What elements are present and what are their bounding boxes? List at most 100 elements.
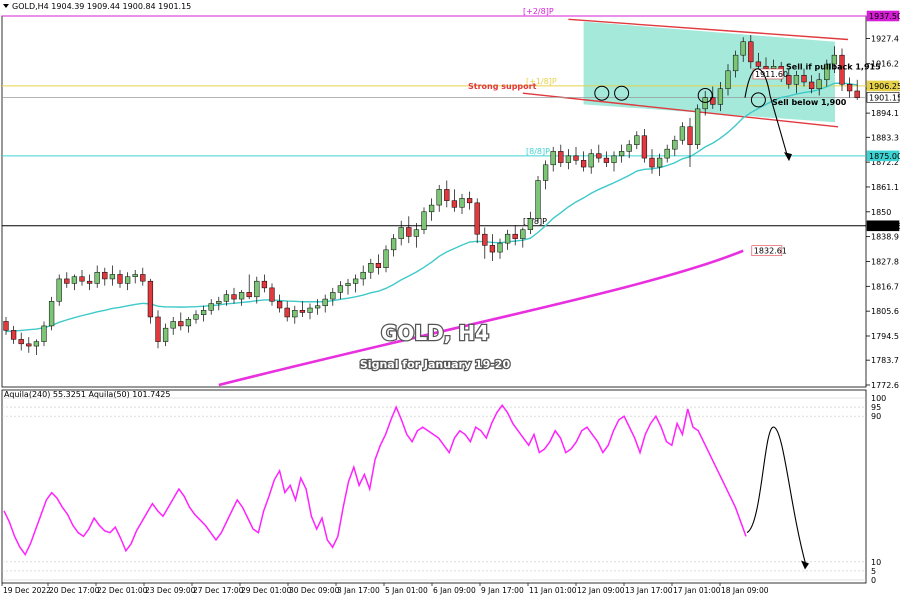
candle[interactable] — [679, 126, 686, 141]
candle[interactable] — [717, 88, 724, 105]
candle[interactable] — [178, 321, 184, 327]
candle[interactable] — [314, 305, 321, 309]
candle[interactable] — [102, 271, 108, 280]
candle[interactable] — [48, 301, 55, 327]
candle[interactable] — [345, 283, 351, 286]
candle[interactable] — [3, 321, 9, 331]
candle[interactable] — [801, 75, 807, 83]
candle[interactable] — [18, 339, 24, 345]
candle[interactable] — [26, 343, 32, 347]
candle[interactable] — [558, 151, 564, 163]
candle[interactable] — [436, 189, 442, 206]
candle[interactable] — [763, 66, 769, 69]
candle[interactable] — [86, 280, 93, 284]
candle[interactable] — [725, 70, 731, 89]
candle[interactable] — [672, 139, 678, 150]
candle[interactable] — [527, 218, 534, 230]
candle[interactable] — [398, 227, 404, 239]
candle[interactable] — [588, 153, 594, 168]
candle[interactable] — [64, 278, 70, 284]
candle[interactable] — [512, 233, 518, 239]
candle[interactable] — [140, 274, 146, 282]
candle[interactable] — [466, 198, 473, 204]
candle[interactable] — [573, 155, 579, 161]
candle[interactable] — [322, 298, 328, 307]
candle[interactable] — [231, 294, 237, 300]
candle[interactable] — [238, 292, 245, 300]
candle[interactable] — [352, 278, 359, 284]
candle[interactable] — [649, 157, 655, 168]
candle[interactable] — [634, 135, 640, 145]
candle[interactable] — [580, 160, 587, 168]
candle[interactable] — [383, 249, 389, 268]
candle[interactable] — [520, 229, 526, 239]
candle[interactable] — [444, 189, 450, 201]
candle[interactable] — [223, 294, 230, 302]
candle[interactable] — [626, 144, 632, 152]
candle[interactable] — [793, 75, 800, 85]
candle[interactable] — [694, 108, 701, 145]
candle[interactable] — [550, 151, 556, 166]
candle[interactable] — [611, 155, 617, 163]
candle[interactable] — [56, 278, 62, 302]
candle[interactable] — [41, 325, 47, 342]
candle[interactable] — [307, 307, 313, 313]
candle[interactable] — [117, 274, 123, 284]
candle[interactable] — [71, 276, 78, 284]
candle[interactable] — [413, 229, 420, 237]
candle[interactable] — [603, 157, 610, 163]
candle[interactable] — [155, 316, 161, 342]
candle[interactable] — [132, 274, 138, 277]
candle[interactable] — [497, 242, 503, 253]
candle[interactable] — [451, 200, 458, 208]
candle[interactable] — [261, 280, 268, 289]
candle[interactable] — [276, 301, 283, 309]
candle[interactable] — [109, 274, 116, 280]
candle[interactable] — [390, 238, 397, 251]
candle[interactable] — [292, 310, 298, 318]
candle[interactable] — [618, 151, 625, 157]
candle[interactable] — [459, 198, 465, 208]
candle[interactable] — [200, 310, 207, 315]
candle[interactable] — [854, 90, 860, 98]
candle[interactable] — [740, 41, 746, 56]
candle[interactable] — [846, 84, 853, 92]
candle[interactable] — [375, 263, 382, 268]
candle[interactable] — [254, 280, 260, 298]
candle[interactable] — [489, 245, 496, 253]
candle[interactable] — [748, 41, 754, 63]
candle[interactable] — [33, 341, 40, 347]
candle[interactable] — [284, 307, 290, 318]
candle[interactable] — [337, 285, 344, 293]
candle[interactable] — [421, 211, 427, 230]
candle[interactable] — [246, 292, 252, 298]
candle[interactable] — [770, 66, 777, 69]
candle[interactable] — [808, 81, 815, 89]
candle[interactable] — [664, 148, 670, 159]
candle[interactable] — [162, 327, 169, 342]
candle[interactable] — [10, 330, 17, 340]
candle[interactable] — [542, 164, 549, 181]
candle[interactable] — [641, 135, 648, 159]
candle[interactable] — [656, 157, 663, 168]
candle[interactable] — [732, 54, 739, 72]
candle[interactable] — [216, 301, 222, 304]
candle[interactable] — [124, 276, 131, 284]
candle[interactable] — [565, 155, 572, 163]
candle[interactable] — [755, 61, 762, 67]
candle[interactable] — [474, 202, 480, 235]
candle[interactable] — [596, 153, 602, 159]
candle[interactable] — [193, 314, 199, 320]
candle[interactable] — [504, 233, 511, 244]
candle[interactable] — [299, 310, 306, 313]
candle[interactable] — [428, 204, 435, 213]
chart-canvas[interactable]: GOLD,H4 1904.39 1909.44 1900.84 1901.15 … — [0, 0, 900, 600]
candle[interactable] — [185, 318, 192, 327]
candle[interactable] — [360, 271, 366, 280]
candle[interactable] — [170, 321, 176, 329]
candle[interactable] — [79, 276, 85, 282]
candle[interactable] — [330, 292, 336, 300]
candle[interactable] — [94, 271, 100, 284]
candle[interactable] — [406, 227, 412, 237]
candle[interactable] — [208, 303, 214, 311]
